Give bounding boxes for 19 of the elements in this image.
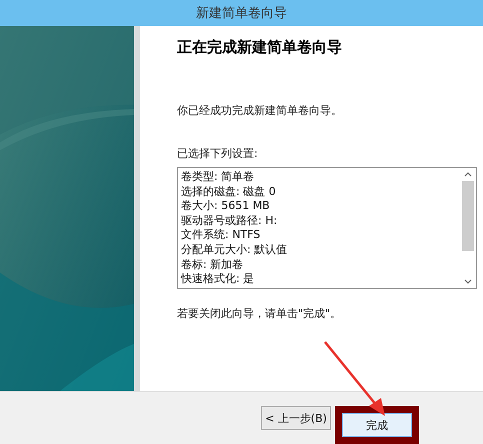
- window-title: 新建简单卷向导: [196, 5, 287, 22]
- setting-line: 选择的磁盘: 磁盘 0: [181, 184, 277, 200]
- setting-line: 快速格式化: 是: [181, 272, 256, 287]
- scroll-down-icon[interactable]: [464, 279, 472, 284]
- closing-text: 若要关闭此向导，请单击"完成"。: [177, 306, 342, 321]
- intro-text: 你已经成功完成新建简单卷向导。: [177, 103, 343, 118]
- setting-line: 卷类型: 简单卷: [181, 170, 256, 185]
- setting-line: 分配单元大小: 默认值: [181, 242, 288, 258]
- settings-label: 已选择下列设置:: [177, 146, 259, 161]
- setting-line: 文件系统: NTFS: [181, 228, 262, 243]
- finish-button[interactable]: 完成: [342, 413, 412, 437]
- scroll-thumb[interactable]: [462, 181, 474, 251]
- back-button[interactable]: < 上一步(B): [261, 406, 331, 430]
- setting-line: 卷标: 新加卷: [181, 258, 244, 272]
- wizard-heading: 正在完成新建简单卷向导: [177, 38, 343, 57]
- setting-line: 卷大小: 5651 MB: [181, 199, 271, 214]
- settings-list[interactable]: 卷类型: 简单卷 选择的磁盘: 磁盘 0 卷大小: 5651 MB 驱动器号或路径: H: 文件系统: NTFS 分配单元大小: 默认值 卷标: 新加卷 快速格式化: 是: [177, 167, 477, 289]
- scroll-up-icon[interactable]: [464, 172, 472, 177]
- setting-line: 驱动器号或路径: H:: [181, 214, 278, 228]
